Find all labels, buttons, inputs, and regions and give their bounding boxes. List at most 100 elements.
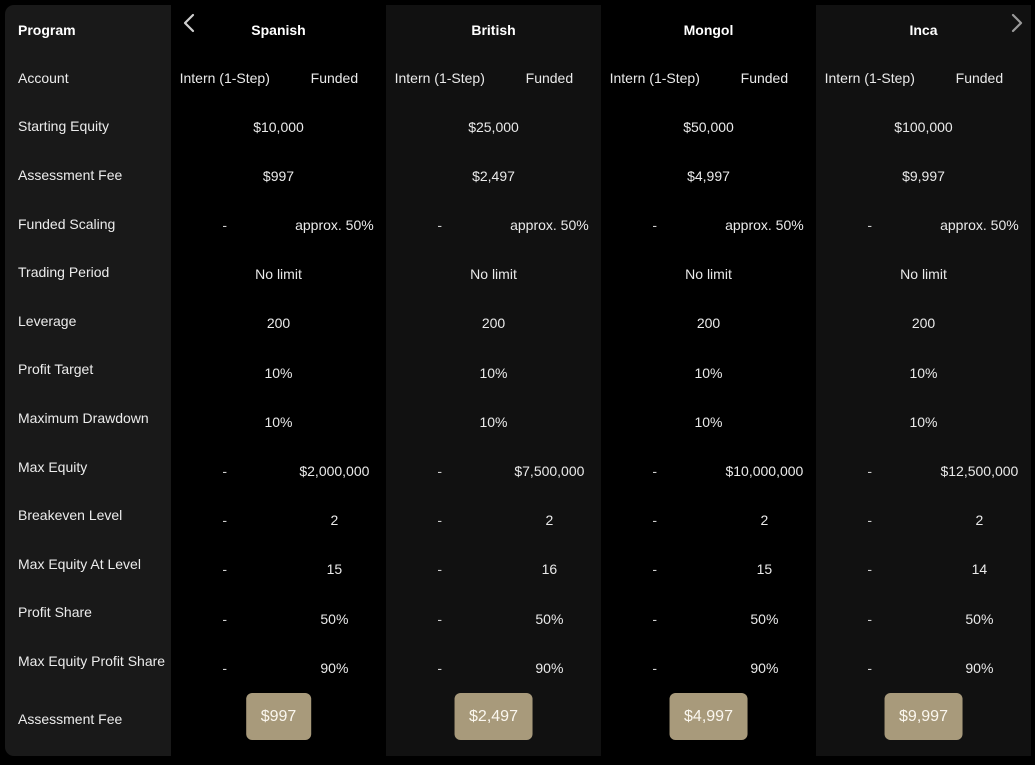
max-equity-intern: -: [437, 462, 443, 479]
label-funded-scaling: Funded Scaling: [18, 215, 116, 232]
assessment-fee-button[interactable]: $2,497: [454, 693, 533, 740]
profit-share-row: - 50%: [601, 594, 816, 643]
program-column-inca: Inca Intern (1-Step) Funded $100,000 $9,…: [816, 5, 1031, 756]
maximum-drawdown-value: 10%: [264, 413, 293, 430]
program-column-mongol: Mongol Intern (1-Step) Funded $50,000 $4…: [601, 5, 816, 756]
max-equity-profit-share-funded: 90%: [535, 659, 564, 676]
assessment-fee-value: $4,997: [687, 167, 730, 184]
max-equity-level-funded: 15: [756, 560, 773, 577]
program-name: British: [471, 21, 516, 38]
label-max-equity-profit-share: Max Equity Profit Share: [18, 652, 166, 669]
profit-target-value: 10%: [479, 364, 508, 381]
maximum-drawdown-value: 10%: [479, 413, 508, 430]
leverage-value: 200: [696, 314, 721, 331]
leverage-row: 200: [816, 298, 1031, 347]
assessment-fee-button[interactable]: $4,997: [669, 693, 748, 740]
breakeven-intern: -: [867, 511, 873, 528]
funded-scaling-intern: -: [222, 216, 228, 233]
assessment-fee-row: $4,997: [601, 151, 816, 200]
breakeven-funded: 2: [975, 511, 984, 528]
account-intern: Intern (1-Step): [609, 69, 700, 86]
account-funded: Funded: [310, 69, 359, 86]
funded-scaling-intern: -: [652, 216, 658, 233]
chevron-left-icon: [183, 13, 195, 33]
max-equity-profit-share-row: - 90%: [171, 643, 386, 692]
leverage-value: 200: [481, 314, 506, 331]
max-equity-level-funded: 14: [971, 560, 988, 577]
max-equity-funded: $10,000,000: [725, 462, 804, 479]
funded-scaling-row: - approx. 50%: [601, 200, 816, 249]
label-account: Account: [18, 69, 69, 86]
profit-share-row: - 50%: [171, 594, 386, 643]
prev-program-button[interactable]: [179, 8, 199, 38]
account-intern: Intern (1-Step): [179, 69, 270, 86]
trading-period-value: No limit: [900, 265, 947, 282]
profit-share-intern: -: [222, 610, 228, 627]
label-assessment-fee-bottom: Assessment Fee: [18, 710, 123, 727]
funded-scaling-row: - approx. 50%: [816, 200, 1031, 249]
leverage-row: 200: [386, 298, 601, 347]
profit-target-row: 10%: [816, 348, 1031, 397]
breakeven-row: - 2: [171, 495, 386, 544]
program-name: Inca: [909, 21, 938, 38]
label-starting-equity: Starting Equity: [18, 117, 110, 134]
funded-scaling-intern: -: [867, 216, 873, 233]
next-program-button[interactable]: [1007, 8, 1027, 38]
assessment-fee-button[interactable]: $9,997: [884, 693, 963, 740]
label-leverage: Leverage: [18, 312, 77, 329]
assessment-fee-row: $9,997: [816, 151, 1031, 200]
max-equity-level-funded: 16: [541, 560, 558, 577]
funded-scaling-intern: -: [437, 216, 443, 233]
leverage-row: 200: [171, 298, 386, 347]
account-row: Intern (1-Step) Funded: [386, 53, 601, 102]
profit-share-funded: 50%: [320, 610, 349, 627]
starting-equity-value: $10,000: [253, 118, 304, 135]
max-equity-level-intern: -: [437, 560, 443, 577]
max-equity-profit-share-funded: 90%: [320, 659, 349, 676]
funded-scaling-row: - approx. 50%: [171, 200, 386, 249]
profit-target-row: 10%: [171, 348, 386, 397]
maximum-drawdown-row: 10%: [601, 397, 816, 446]
max-equity-level-funded: 15: [326, 560, 343, 577]
trading-period-value: No limit: [470, 265, 517, 282]
label-maximum-drawdown: Maximum Drawdown: [18, 409, 149, 426]
profit-target-value: 10%: [909, 364, 938, 381]
max-equity-intern: -: [222, 462, 228, 479]
max-equity-profit-share-intern: -: [652, 659, 658, 676]
breakeven-intern: -: [437, 511, 443, 528]
account-row: Intern (1-Step) Funded: [816, 53, 1031, 102]
maximum-drawdown-value: 10%: [694, 413, 723, 430]
account-funded: Funded: [740, 69, 789, 86]
max-equity-row: - $2,000,000: [171, 446, 386, 495]
profit-share-funded: 50%: [535, 610, 564, 627]
profit-target-value: 10%: [694, 364, 723, 381]
breakeven-row: - 2: [601, 495, 816, 544]
max-equity-profit-share-row: - 90%: [816, 643, 1031, 692]
profit-target-row: 10%: [386, 348, 601, 397]
profit-share-funded: 50%: [750, 610, 779, 627]
assessment-fee-button[interactable]: $997: [245, 693, 312, 740]
maximum-drawdown-row: 10%: [171, 397, 386, 446]
profit-target-value: 10%: [264, 364, 293, 381]
row-labels-panel: Program Account Starting Equity Assessme…: [5, 5, 171, 756]
chevron-right-icon: [1011, 13, 1023, 33]
assessment-fee-value: $9,997: [902, 167, 945, 184]
breakeven-funded: 2: [760, 511, 769, 528]
profit-share-row: - 50%: [386, 594, 601, 643]
breakeven-intern: -: [222, 511, 228, 528]
label-profit-target: Profit Target: [18, 360, 94, 377]
profit-share-intern: -: [867, 610, 873, 627]
account-intern: Intern (1-Step): [394, 69, 485, 86]
max-equity-funded: $2,000,000: [299, 462, 370, 479]
program-name: Spanish: [251, 21, 306, 38]
label-max-equity-at-level: Max Equity At Level: [18, 555, 141, 572]
trading-period-value: No limit: [685, 265, 732, 282]
assessment-fee-row: $2,497: [386, 151, 601, 200]
leverage-row: 200: [601, 298, 816, 347]
leverage-value: 200: [911, 314, 936, 331]
max-equity-profit-share-intern: -: [867, 659, 873, 676]
maximum-drawdown-row: 10%: [816, 397, 1031, 446]
starting-equity-value: $25,000: [468, 118, 519, 135]
starting-equity-row: $100,000: [816, 102, 1031, 151]
max-equity-level-intern: -: [652, 560, 658, 577]
